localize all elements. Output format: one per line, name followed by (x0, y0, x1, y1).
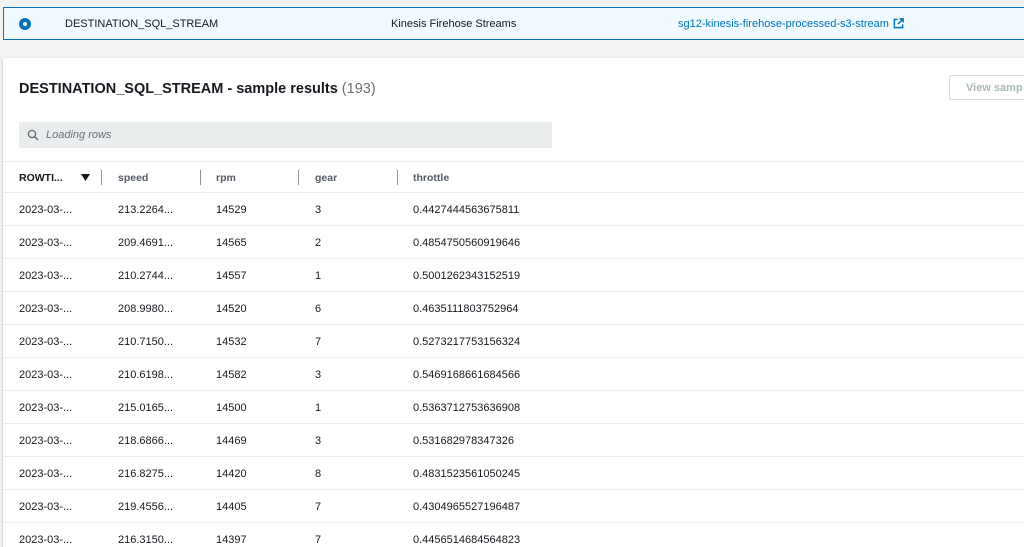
radio-selected-icon[interactable] (19, 18, 31, 30)
cell-speed: 210.7150... (118, 336, 174, 348)
table-row: 2023-03-... 216.8275... 14420 8 0.483152… (3, 457, 1024, 490)
search-icon (27, 129, 39, 141)
column-separator[interactable] (200, 170, 201, 185)
column-header-speed[interactable]: speed (118, 172, 148, 184)
cell-throttle: 0.4456514684564823 (413, 534, 521, 546)
results-table: ROWTI... speed rpm gear throttle 2023-03… (3, 161, 1024, 547)
page: DESTINATION_SQL_STREAM Kinesis Firehose … (0, 0, 1024, 547)
cell-rpm: 14469 (216, 435, 247, 447)
cell-gear: 3 (315, 204, 322, 216)
destination-link[interactable]: sg12-kinesis-firehose-processed-s3-strea… (678, 18, 904, 30)
cell-rowtime: 2023-03-... (19, 303, 73, 315)
table-row: 2023-03-... 216.3150... 14397 7 0.445651… (3, 523, 1024, 547)
column-header-rpm[interactable]: rpm (216, 172, 236, 184)
cell-throttle: 0.4427444563675811 (413, 204, 520, 216)
cell-gear: 7 (315, 534, 322, 546)
results-count: (193) (341, 81, 376, 97)
cell-speed: 210.2744... (118, 270, 174, 282)
column-header-throttle[interactable]: throttle (413, 172, 449, 184)
table-row: 2023-03-... 210.2744... 14557 1 0.500126… (3, 259, 1024, 292)
panel-title: DESTINATION_SQL_STREAM - sample results(… (19, 81, 376, 97)
cell-gear: 1 (315, 270, 322, 282)
cell-gear: 7 (315, 336, 322, 348)
cell-rowtime: 2023-03-... (19, 204, 73, 216)
search-placeholder: Loading rows (46, 129, 112, 141)
cell-gear: 7 (315, 501, 322, 513)
table-row: 2023-03-... 218.6866... 14469 3 0.531682… (3, 424, 1024, 457)
destination-name: DESTINATION_SQL_STREAM (65, 18, 219, 30)
cell-rpm: 14397 (216, 534, 247, 546)
column-separator[interactable] (397, 170, 398, 185)
cell-speed: 216.3150... (118, 534, 174, 546)
sample-results-panel: DESTINATION_SQL_STREAM - sample results(… (3, 58, 1024, 547)
destination-link-label[interactable]: sg12-kinesis-firehose-processed-s3-strea… (678, 18, 889, 30)
cell-speed: 218.6866... (118, 435, 174, 447)
cell-speed: 208.9980... (118, 303, 174, 315)
table-row: 2023-03-... 210.7150... 14532 7 0.527321… (3, 325, 1024, 358)
cell-rpm: 14565 (216, 237, 247, 249)
column-header-gear[interactable]: gear (315, 172, 337, 184)
cell-rpm: 14532 (216, 336, 247, 348)
column-header-rowtime[interactable]: ROWTI... (19, 172, 63, 184)
cell-throttle: 0.4831523561050245 (413, 468, 521, 480)
cell-rpm: 14500 (216, 402, 247, 414)
column-separator[interactable] (298, 170, 299, 185)
cell-speed: 210.6198... (118, 369, 174, 381)
cell-rpm: 14405 (216, 501, 247, 513)
cell-throttle: 0.5001262343152519 (413, 270, 521, 282)
table-row: 2023-03-... 219.4556... 14405 7 0.430496… (3, 490, 1024, 523)
destination-type: Kinesis Firehose Streams (391, 18, 517, 30)
cell-throttle: 0.531682978347326 (413, 435, 514, 447)
search-input[interactable]: Loading rows (19, 122, 552, 148)
cell-gear: 3 (315, 369, 322, 381)
cell-rowtime: 2023-03-... (19, 402, 73, 414)
table-row: 2023-03-... 213.2264... 14529 3 0.442744… (3, 193, 1024, 226)
cell-rowtime: 2023-03-... (19, 501, 73, 513)
table-row: 2023-03-... 208.9980... 14520 6 0.463511… (3, 292, 1024, 325)
cell-gear: 8 (315, 468, 322, 480)
cell-throttle: 0.4304965527196487 (413, 501, 521, 513)
external-link-icon[interactable] (893, 18, 904, 29)
cell-rowtime: 2023-03-... (19, 435, 73, 447)
panel-title-text: DESTINATION_SQL_STREAM - sample results (19, 81, 338, 97)
table-row: 2023-03-... 215.0165... 14500 1 0.536371… (3, 391, 1024, 424)
table-row: 2023-03-... 210.6198... 14582 3 0.546916… (3, 358, 1024, 391)
cell-gear: 6 (315, 303, 322, 315)
cell-gear: 3 (315, 435, 322, 447)
cell-speed: 215.0165... (118, 402, 174, 414)
cell-speed: 209.4691... (118, 237, 174, 249)
table-header: ROWTI... speed rpm gear throttle (3, 161, 1024, 193)
cell-speed: 219.4556... (118, 501, 174, 513)
cell-rowtime: 2023-03-... (19, 468, 73, 480)
cell-rpm: 14520 (216, 303, 247, 315)
cell-throttle: 0.5469168661684566 (413, 369, 521, 381)
cell-throttle: 0.4635111803752964 (413, 303, 519, 315)
cell-gear: 1 (315, 402, 322, 414)
cell-throttle: 0.5363712753636908 (413, 402, 521, 414)
cell-rpm: 14557 (216, 270, 247, 282)
destination-row[interactable]: DESTINATION_SQL_STREAM Kinesis Firehose … (3, 7, 1024, 40)
cell-throttle: 0.4854750560919646 (413, 237, 521, 249)
column-separator[interactable] (101, 170, 102, 185)
cell-rowtime: 2023-03-... (19, 369, 73, 381)
cell-throttle: 0.5273217753156324 (413, 336, 521, 348)
view-sample-button[interactable]: View samp (949, 75, 1024, 100)
sort-descending-icon[interactable] (81, 174, 90, 181)
cell-speed: 216.8275... (118, 468, 174, 480)
cell-rowtime: 2023-03-... (19, 270, 73, 282)
cell-rpm: 14582 (216, 369, 247, 381)
cell-rowtime: 2023-03-... (19, 237, 73, 249)
cell-speed: 213.2264... (118, 204, 174, 216)
cell-rpm: 14529 (216, 204, 247, 216)
cell-gear: 2 (315, 237, 322, 249)
cell-rowtime: 2023-03-... (19, 336, 73, 348)
table-row: 2023-03-... 209.4691... 14565 2 0.485475… (3, 226, 1024, 259)
cell-rowtime: 2023-03-... (19, 534, 73, 546)
cell-rpm: 14420 (216, 468, 247, 480)
